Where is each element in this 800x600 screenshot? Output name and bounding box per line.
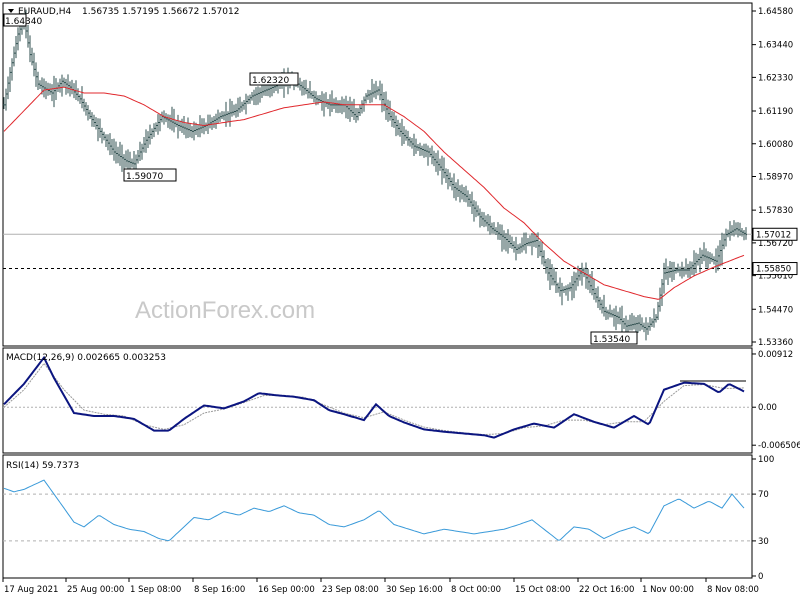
time-tick-label: 1 Sep 08:00 xyxy=(130,585,181,595)
annotation-low-2: 1.53540 xyxy=(590,331,638,345)
time-tick-label: 8 Oct 00:00 xyxy=(451,585,501,595)
time-tick-label: 8 Sep 16:00 xyxy=(194,585,245,595)
rsi-label: RSI(14) 59.7373 xyxy=(6,461,79,471)
time-tick-label: 17 Aug 2021 xyxy=(4,585,58,595)
price-tick-label: 1.62330 xyxy=(758,73,793,83)
price-tick-label: 1.60080 xyxy=(758,140,793,150)
price-axis: 1.64580 1.63440 1.62330 1.61190 1.60080 1.589… xyxy=(752,7,793,348)
price-tick-label: 1.58970 xyxy=(758,173,793,183)
price-panel xyxy=(2,2,753,347)
time-tick-label: 1 Nov 00:00 xyxy=(642,585,694,595)
price-tick-label: 1.64580 xyxy=(758,7,793,17)
svg-text:1.53540: 1.53540 xyxy=(593,335,630,345)
time-tick-label: 8 Nov 08:00 xyxy=(707,585,759,595)
time-tick-label: 23 Sep 08:00 xyxy=(322,585,379,595)
annotation-low-1: 1.59070 xyxy=(123,168,177,182)
annotation-high-1: 1.62320 xyxy=(249,72,299,86)
price-tick-label: 1.53360 xyxy=(758,338,793,348)
svg-text:1.57012: 1.57012 xyxy=(756,230,791,240)
rsi-tick-label: 70 xyxy=(758,490,769,500)
watermark: ActionForex.com xyxy=(135,297,315,324)
svg-text:1.55850: 1.55850 xyxy=(756,265,791,275)
price-tick-label: 1.63440 xyxy=(758,41,793,51)
time-tick-label: 15 Oct 08:00 xyxy=(515,585,570,595)
svg-text:1.59070: 1.59070 xyxy=(126,172,163,182)
price-tick-label: 1.57830 xyxy=(758,206,793,216)
rsi-tick-label: 0 xyxy=(758,572,763,582)
time-tick-label: 16 Sep 00:00 xyxy=(258,585,315,595)
macd-tick-label: 0.00 xyxy=(758,403,777,413)
rsi-axis: 100 70 30 0 xyxy=(752,455,774,582)
time-tick-label: 30 Sep 16:00 xyxy=(386,585,443,595)
rsi-panel xyxy=(2,454,753,579)
macd-label: MACD(12,26,9) 0.002665 0.003253 xyxy=(6,353,166,363)
macd-tick-label: -0.006506 xyxy=(758,441,800,451)
price-tick-label: 1.61190 xyxy=(758,107,793,117)
rsi-tick-label: 100 xyxy=(758,455,774,465)
price-tick-label: 1.54470 xyxy=(758,305,793,315)
support-marker: 1.55850 xyxy=(752,262,798,276)
current-price-marker: 1.57012 xyxy=(752,227,798,241)
macd-panel xyxy=(2,347,753,454)
time-tick-label: 22 Oct 16:00 xyxy=(579,585,634,595)
euraud-chart: ActionForex.com EURAUD,H4 1.56735 1.5719… xyxy=(2,2,800,595)
svg-text:1.62320: 1.62320 xyxy=(252,76,289,86)
rsi-tick-label: 30 xyxy=(758,537,769,547)
time-axis: 17 Aug 2021 25 Aug 00:00 1 Sep 08:00 8 Sep … xyxy=(2,578,759,595)
svg-text:1.64340: 1.64340 xyxy=(5,17,42,27)
ohlc-values: 1.56735 1.57195 1.56672 1.57012 xyxy=(82,7,239,17)
macd-axis: 0.00912 0.00 -0.006506 xyxy=(752,350,800,451)
time-tick-label: 25 Aug 00:00 xyxy=(67,585,124,595)
macd-tick-label: 0.00912 xyxy=(758,350,793,360)
